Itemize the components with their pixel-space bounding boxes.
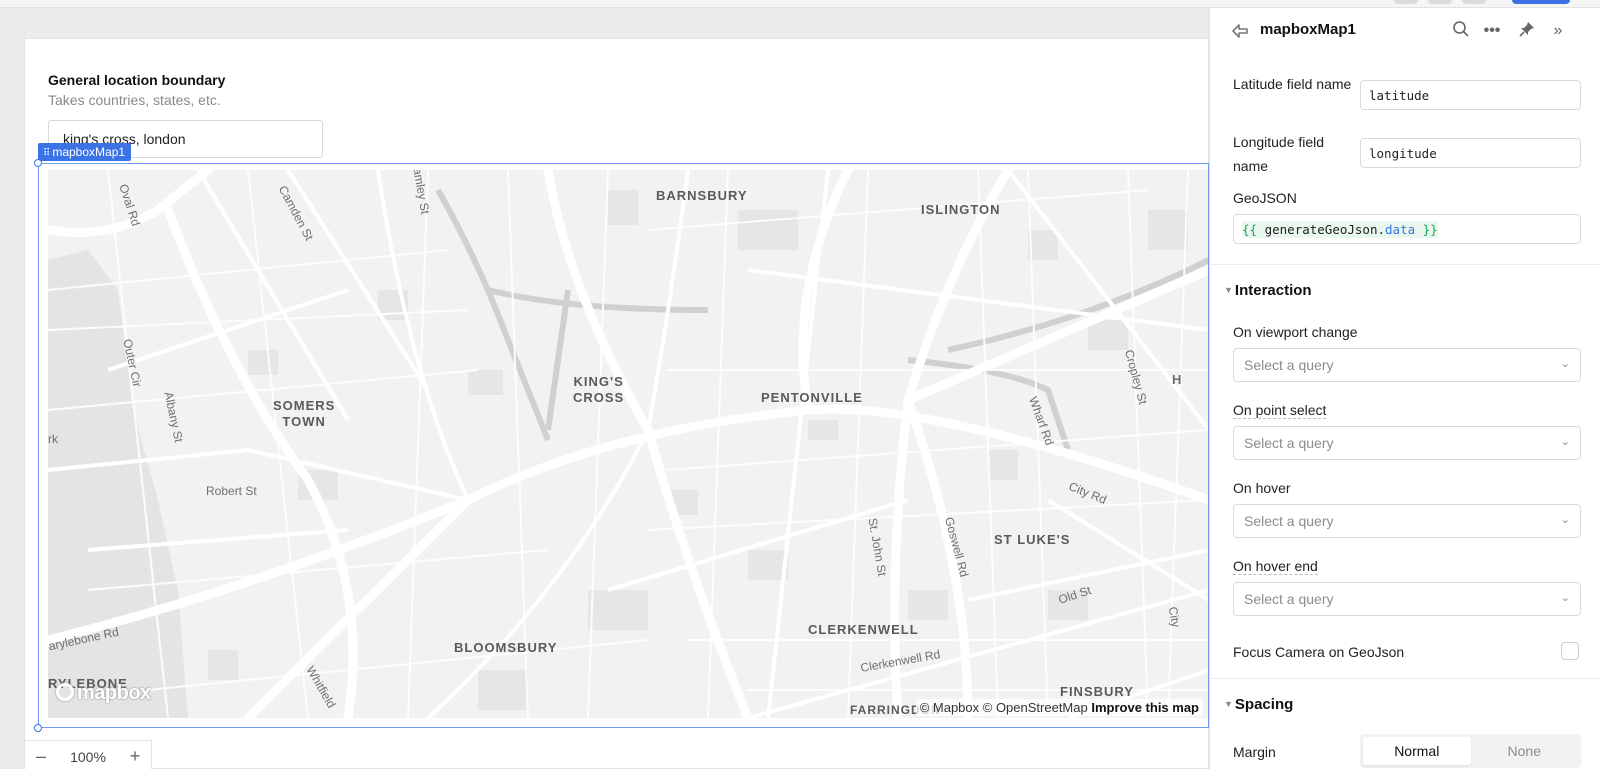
search-icon[interactable] (1450, 20, 1472, 42)
geojson-object: generateGeoJson (1264, 222, 1378, 237)
map-label-finsbury: FINSBURY (1060, 684, 1134, 699)
toolbar-button[interactable] (1394, 0, 1418, 4)
map-label-barnsbury: BARNSBURY (656, 188, 748, 203)
chevron-down-icon: ⌄ (1560, 358, 1570, 370)
margin-toggle: Normal None (1360, 734, 1581, 768)
geojson-label: GeoJSON (1233, 190, 1297, 206)
mapbox-logo-text: mapbox (77, 682, 151, 704)
more-options-icon[interactable]: ••• (1481, 20, 1503, 42)
map-tiles[interactable] (48, 170, 1209, 718)
resize-handle[interactable] (34, 159, 42, 167)
zoom-out-button[interactable]: – (25, 746, 57, 767)
event-label-text: On hover end (1233, 558, 1318, 575)
toolbar-button[interactable] (1462, 0, 1486, 4)
margin-label: Margin (1233, 744, 1276, 760)
map-component-icon (1230, 21, 1250, 41)
map-label-st-lukes: ST LUKE'S (994, 532, 1071, 547)
component-tag-label: mapboxMap1 (52, 145, 126, 159)
inspector-panel: mapboxMap1 ••• » Latitude field name lat… (1209, 8, 1600, 769)
event-label-hover-end: On hover end (1233, 554, 1318, 578)
map-label-islington: ISLINGTON (921, 202, 1001, 217)
chevron-down-icon: ⌄ (1560, 592, 1570, 604)
spacing-section-title: Spacing (1234, 696, 1294, 713)
resize-handle[interactable] (34, 724, 42, 732)
select-placeholder: Select a query (1244, 357, 1334, 373)
margin-option-none[interactable]: None (1471, 737, 1579, 765)
spacing-section-header[interactable]: ▼ Spacing (1224, 696, 1293, 713)
pin-icon[interactable] (1516, 20, 1538, 42)
hover-end-query-select[interactable]: Select a query ⌄ (1233, 582, 1581, 616)
geojson-input[interactable]: {{ generateGeoJson.data }} (1233, 214, 1581, 244)
inspector-header: mapboxMap1 ••• » (1210, 8, 1600, 52)
top-toolbar (0, 0, 1600, 8)
zoom-level: 100% (70, 748, 106, 765)
chevron-down-icon: ▼ (1224, 285, 1233, 295)
zoom-in-button[interactable]: + (119, 746, 151, 767)
street-label: rk (48, 432, 58, 446)
template-open-brace: {{ (1242, 222, 1258, 237)
longitude-field-input[interactable]: longitude (1360, 138, 1581, 168)
geojson-property: data (1385, 222, 1416, 237)
point-select-query-select[interactable]: Select a query ⌄ (1233, 426, 1581, 460)
select-placeholder: Select a query (1244, 513, 1334, 529)
geojson-expression: {{ generateGeoJson.data }} (1242, 221, 1438, 238)
map-attribution: © Mapbox © OpenStreetMap Improve this ma… (915, 699, 1203, 716)
viewport-change-query-select[interactable]: Select a query ⌄ (1233, 348, 1581, 382)
drag-handle-icon[interactable]: ⠿ (43, 148, 50, 159)
attribution-text[interactable]: © Mapbox © OpenStreetMap (920, 700, 1088, 715)
street-label: H (1172, 372, 1182, 387)
event-label-viewport-change: On viewport change (1233, 324, 1358, 340)
map-label-kings-cross: KING'S CROSS (573, 374, 625, 405)
mapbox-logo[interactable]: mapbox (56, 682, 151, 705)
chevron-down-icon: ▼ (1224, 699, 1233, 709)
interaction-section-header[interactable]: ▼ Interaction (1224, 282, 1312, 299)
component-tag[interactable]: ⠿ mapboxMap1 (38, 143, 132, 161)
toolbar-primary-button[interactable] (1512, 0, 1570, 4)
zoom-control: – 100% + (24, 740, 152, 769)
component-name[interactable]: mapboxMap1 (1260, 21, 1356, 38)
field-subtitle: Takes countries, states, etc. (48, 92, 221, 108)
event-label-hover: On hover (1233, 480, 1291, 496)
field-title: General location boundary (48, 72, 226, 88)
chevron-down-icon: ⌄ (1560, 436, 1570, 448)
toolbar-button[interactable] (1428, 0, 1452, 4)
mapbox-map[interactable]: BARNSBURY ISLINGTON KING'S CROSS PENTONV… (48, 170, 1209, 718)
event-label-text: On point select (1233, 402, 1327, 419)
focus-camera-label: Focus Camera on GeoJson (1233, 644, 1405, 660)
margin-option-normal[interactable]: Normal (1363, 737, 1471, 765)
latitude-field-input[interactable]: latitude (1360, 80, 1581, 110)
interaction-section-title: Interaction (1234, 282, 1312, 299)
event-label-point-select: On point select (1233, 398, 1327, 422)
longitude-label: Longitude field name (1233, 134, 1325, 174)
map-label-pentonville: PENTONVILLE (761, 390, 863, 405)
chevron-down-icon: ⌄ (1560, 514, 1570, 526)
focus-camera-checkbox[interactable] (1561, 642, 1579, 660)
template-close-brace: }} (1422, 222, 1438, 237)
collapse-panel-icon[interactable]: » (1547, 20, 1569, 42)
mapbox-logo-icon (56, 683, 74, 701)
street-label: Robert St (206, 484, 257, 498)
improve-map-link[interactable]: Improve this map (1091, 700, 1199, 715)
select-placeholder: Select a query (1244, 591, 1334, 607)
hover-query-select[interactable]: Select a query ⌄ (1233, 504, 1581, 538)
map-label-bloomsbury: BLOOMSBURY (454, 640, 558, 655)
section-divider (1210, 264, 1600, 265)
latitude-label: Latitude field name (1233, 76, 1352, 92)
map-label-somers-town: SOMERS TOWN (273, 398, 336, 429)
section-divider (1210, 678, 1600, 679)
select-placeholder: Select a query (1244, 435, 1334, 451)
map-label-clerkenwell: CLERKENWELL (808, 622, 919, 637)
geojson-dot: . (1377, 222, 1386, 237)
